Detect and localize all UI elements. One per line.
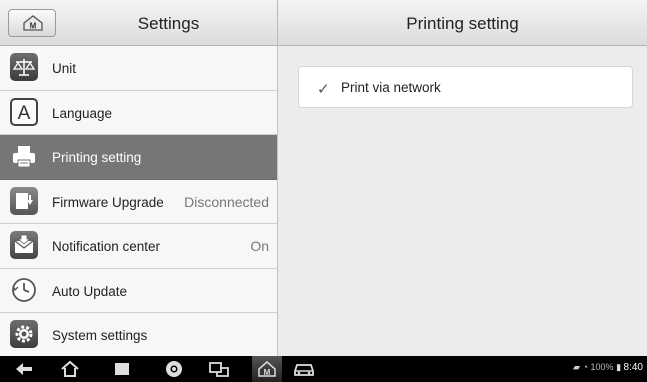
firmware-status-value: Disconnected <box>184 193 269 210</box>
sidebar-item-label: Notification center <box>52 239 161 254</box>
settings-title: Settings <box>137 14 200 33</box>
sidebar-item-label: Firmware Upgrade <box>52 194 164 210</box>
settings-sidebar: Unit A Language Printing setting Firmwar… <box>0 46 278 356</box>
wifi-icon: ◔ <box>582 362 588 372</box>
sidebar-item-label: Auto Update <box>52 283 128 299</box>
firmware-upgrade-icon <box>10 186 38 215</box>
svg-text:M: M <box>264 368 271 377</box>
sidebar-item-auto-update[interactable]: Auto Update <box>0 268 277 313</box>
battery-icon: ▮ <box>616 362 622 372</box>
printer-icon <box>10 142 38 170</box>
vehicle-icon[interactable] <box>292 360 316 378</box>
svg-text:A: A <box>18 103 31 124</box>
clock-icon <box>10 276 38 304</box>
sidebar-item-label: System settings <box>52 328 148 343</box>
print-via-network-option[interactable]: ✓ Print via network <box>298 66 633 108</box>
gear-icon <box>10 320 38 348</box>
sidebar-item-printing-setting[interactable]: Printing setting <box>0 135 277 180</box>
page-title: Printing setting <box>406 14 519 33</box>
back-icon[interactable] <box>14 360 34 378</box>
screen-share-icon[interactable] <box>208 360 232 378</box>
home-button[interactable]: M <box>8 9 56 37</box>
sidebar-item-label: Language <box>52 105 113 121</box>
sidebar-item-label: Printing setting <box>52 150 142 165</box>
sidebar-item-label: Unit <box>52 61 77 76</box>
status-area: ▰ ◔ 100% ▮ 8:40 <box>573 362 643 373</box>
sidebar-item-unit[interactable]: Unit <box>0 46 277 91</box>
printing-setting-header: Printing setting <box>278 0 647 46</box>
printing-setting-panel: ✓ Print via network <box>278 46 647 356</box>
sidebar-item-notification-center[interactable]: Notification center On <box>0 224 277 269</box>
option-label: Print via network <box>341 80 441 95</box>
settings-header: M Settings <box>0 0 278 46</box>
home-icon[interactable] <box>60 360 80 378</box>
svg-text:M: M <box>30 22 37 31</box>
battery-percent: 100% <box>590 362 614 372</box>
clock: 8:40 <box>623 362 643 373</box>
maxisys-home-tab[interactable]: M <box>252 356 282 382</box>
scale-icon <box>10 53 38 81</box>
notification-status-value: On <box>250 238 269 254</box>
recent-apps-icon[interactable] <box>112 360 132 378</box>
language-icon: A <box>10 97 38 126</box>
sidebar-item-firmware-upgrade[interactable]: Firmware Upgrade Disconnected <box>0 179 277 224</box>
notification-icon <box>10 231 38 259</box>
sidebar-item-system-settings[interactable]: System settings <box>0 313 277 356</box>
system-navigation-bar: M ▰ ◔ 100% ▮ 8:40 <box>0 356 647 382</box>
home-icon: M <box>23 15 43 31</box>
message-icon: ▰ <box>573 362 581 372</box>
check-icon: ✓ <box>317 81 330 98</box>
browser-icon[interactable] <box>164 360 184 378</box>
sidebar-item-language[interactable]: A Language <box>0 90 277 135</box>
maxisys-home-icon: M <box>258 361 276 377</box>
